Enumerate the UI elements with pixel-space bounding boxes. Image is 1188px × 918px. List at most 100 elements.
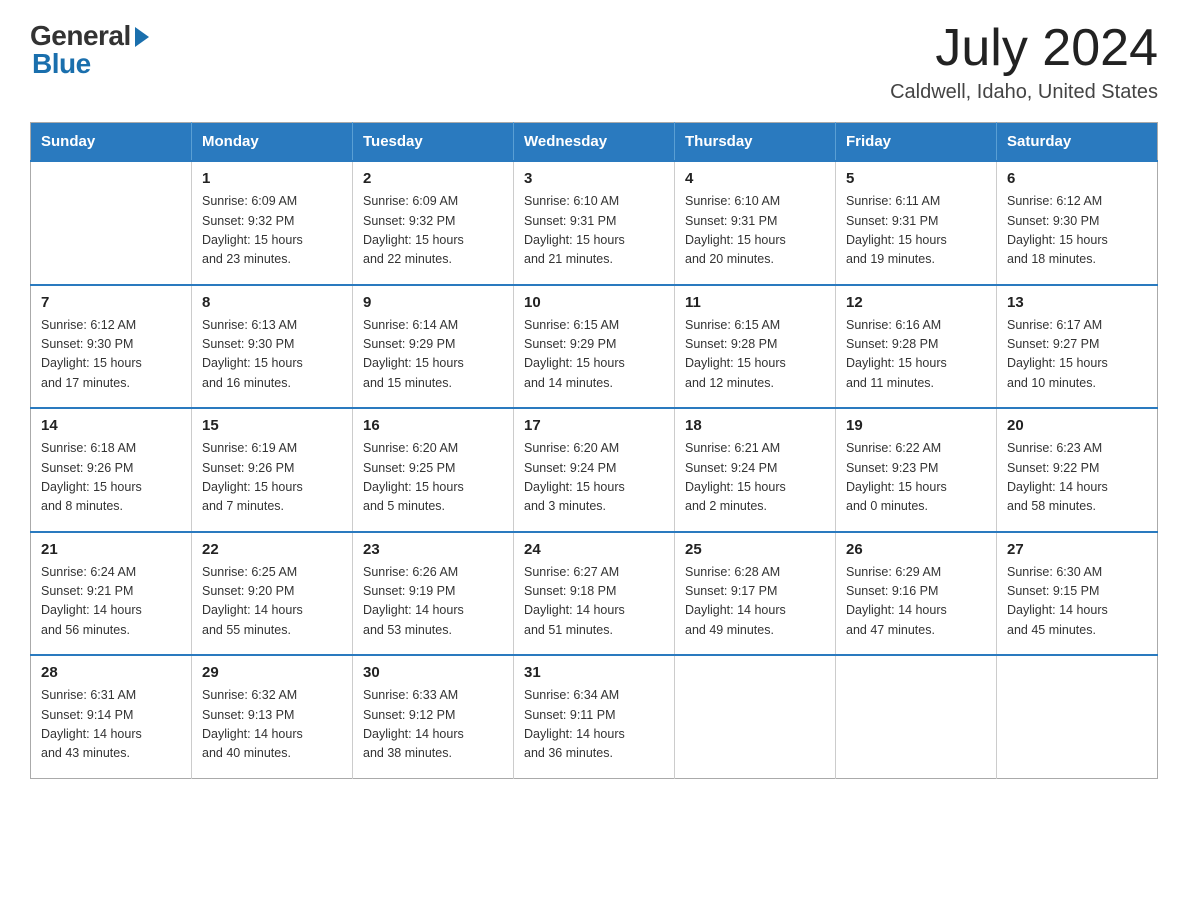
day-info: Sunrise: 6:24 AMSunset: 9:21 PMDaylight:… — [41, 563, 181, 641]
day-info: Sunrise: 6:20 AMSunset: 9:24 PMDaylight:… — [524, 439, 664, 517]
calendar-week-row: 21 Sunrise: 6:24 AMSunset: 9:21 PMDayligh… — [31, 532, 1158, 656]
day-info: Sunrise: 6:09 AMSunset: 9:32 PMDaylight:… — [202, 192, 342, 270]
calendar-cell: 12Sunrise: 6:16 AMSunset: 9:28 PMDayligh… — [836, 285, 997, 409]
calendar-cell: 1 Sunrise: 6:09 AMSunset: 9:32 PMDaylight… — [192, 161, 353, 285]
day-info: Sunrise: 6:30 AMSunset: 9:15 PMDaylight:… — [1007, 563, 1147, 641]
day-number: 14 — [41, 417, 181, 434]
day-number: 28 — [41, 664, 181, 681]
day-number: 20 — [1007, 417, 1147, 434]
page-header: General Blue July 2024 Caldwell, Idaho, … — [30, 20, 1158, 104]
calendar-cell: 15 Sunrise: 6:19 AMSunset: 9:26 PMDayligh… — [192, 408, 353, 532]
weekday-header-wednesday: Wednesday — [514, 123, 675, 162]
day-info: Sunrise: 6:29 AMSunset: 9:16 PMDaylight:… — [846, 563, 986, 641]
day-info: Sunrise: 6:12 AMSunset: 9:30 PMDaylight:… — [1007, 192, 1147, 270]
day-info: Sunrise: 6:32 AMSunset: 9:13 PMDaylight:… — [202, 686, 342, 764]
calendar-cell: 10Sunrise: 6:15 AMSunset: 9:29 PMDayligh… — [514, 285, 675, 409]
day-number: 29 — [202, 664, 342, 681]
day-info: Sunrise: 6:17 AMSunset: 9:27 PMDaylight:… — [1007, 316, 1147, 394]
day-number: 24 — [524, 541, 664, 558]
calendar-week-row: 7Sunrise: 6:12 AMSunset: 9:30 PMDaylight… — [31, 285, 1158, 409]
day-info: Sunrise: 6:27 AMSunset: 9:18 PMDaylight:… — [524, 563, 664, 641]
calendar-table: SundayMondayTuesdayWednesdayThursdayFrid… — [30, 122, 1158, 779]
calendar-cell: 26 Sunrise: 6:29 AMSunset: 9:16 PMDayligh… — [836, 532, 997, 656]
calendar-cell: 14 Sunrise: 6:18 AMSunset: 9:26 PMDayligh… — [31, 408, 192, 532]
calendar-cell: 5Sunrise: 6:11 AMSunset: 9:31 PMDaylight… — [836, 161, 997, 285]
day-info: Sunrise: 6:15 AMSunset: 9:28 PMDaylight:… — [685, 316, 825, 394]
day-info: Sunrise: 6:12 AMSunset: 9:30 PMDaylight:… — [41, 316, 181, 394]
day-info: Sunrise: 6:21 AMSunset: 9:24 PMDaylight:… — [685, 439, 825, 517]
day-number: 5 — [846, 170, 986, 187]
day-number: 26 — [846, 541, 986, 558]
day-info: Sunrise: 6:33 AMSunset: 9:12 PMDaylight:… — [363, 686, 503, 764]
location-title: Caldwell, Idaho, United States — [890, 81, 1158, 104]
day-info: Sunrise: 6:31 AMSunset: 9:14 PMDaylight:… — [41, 686, 181, 764]
calendar-cell: 29 Sunrise: 6:32 AMSunset: 9:13 PMDayligh… — [192, 655, 353, 778]
calendar-cell: 20 Sunrise: 6:23 AMSunset: 9:22 PMDayligh… — [997, 408, 1158, 532]
weekday-header-saturday: Saturday — [997, 123, 1158, 162]
calendar-cell: 3 Sunrise: 6:10 AMSunset: 9:31 PMDaylight… — [514, 161, 675, 285]
day-number: 22 — [202, 541, 342, 558]
calendar-cell: 19 Sunrise: 6:22 AMSunset: 9:23 PMDayligh… — [836, 408, 997, 532]
day-info: Sunrise: 6:19 AMSunset: 9:26 PMDaylight:… — [202, 439, 342, 517]
calendar-week-row: 1 Sunrise: 6:09 AMSunset: 9:32 PMDaylight… — [31, 161, 1158, 285]
weekday-header-friday: Friday — [836, 123, 997, 162]
day-info: Sunrise: 6:22 AMSunset: 9:23 PMDaylight:… — [846, 439, 986, 517]
day-number: 27 — [1007, 541, 1147, 558]
day-number: 11 — [685, 294, 825, 311]
day-info: Sunrise: 6:10 AMSunset: 9:31 PMDaylight:… — [524, 192, 664, 270]
day-number: 19 — [846, 417, 986, 434]
calendar-cell: 16Sunrise: 6:20 AMSunset: 9:25 PMDayligh… — [353, 408, 514, 532]
day-number: 31 — [524, 664, 664, 681]
calendar-cell: 11 Sunrise: 6:15 AMSunset: 9:28 PMDayligh… — [675, 285, 836, 409]
day-info: Sunrise: 6:23 AMSunset: 9:22 PMDaylight:… — [1007, 439, 1147, 517]
calendar-cell — [31, 161, 192, 285]
calendar-cell: 13 Sunrise: 6:17 AMSunset: 9:27 PMDayligh… — [997, 285, 1158, 409]
calendar-cell: 2Sunrise: 6:09 AMSunset: 9:32 PMDaylight… — [353, 161, 514, 285]
day-number: 16 — [363, 417, 503, 434]
day-info: Sunrise: 6:28 AMSunset: 9:17 PMDaylight:… — [685, 563, 825, 641]
calendar-cell: 8Sunrise: 6:13 AMSunset: 9:30 PMDaylight… — [192, 285, 353, 409]
day-number: 17 — [524, 417, 664, 434]
day-info: Sunrise: 6:15 AMSunset: 9:29 PMDaylight:… — [524, 316, 664, 394]
day-number: 3 — [524, 170, 664, 187]
day-info: Sunrise: 6:34 AMSunset: 9:11 PMDaylight:… — [524, 686, 664, 764]
calendar-cell: 22Sunrise: 6:25 AMSunset: 9:20 PMDayligh… — [192, 532, 353, 656]
title-block: July 2024 Caldwell, Idaho, United States — [890, 20, 1158, 104]
calendar-cell — [836, 655, 997, 778]
calendar-cell: 6Sunrise: 6:12 AMSunset: 9:30 PMDaylight… — [997, 161, 1158, 285]
day-number: 4 — [685, 170, 825, 187]
logo-arrow-icon — [135, 27, 149, 47]
day-info: Sunrise: 6:18 AMSunset: 9:26 PMDaylight:… — [41, 439, 181, 517]
day-number: 15 — [202, 417, 342, 434]
calendar-cell: 28 Sunrise: 6:31 AMSunset: 9:14 PMDayligh… — [31, 655, 192, 778]
day-number: 9 — [363, 294, 503, 311]
day-number: 18 — [685, 417, 825, 434]
calendar-cell: 17 Sunrise: 6:20 AMSunset: 9:24 PMDayligh… — [514, 408, 675, 532]
day-info: Sunrise: 6:26 AMSunset: 9:19 PMDaylight:… — [363, 563, 503, 641]
calendar-cell: 27 Sunrise: 6:30 AMSunset: 9:15 PMDayligh… — [997, 532, 1158, 656]
calendar-cell: 21 Sunrise: 6:24 AMSunset: 9:21 PMDayligh… — [31, 532, 192, 656]
calendar-cell: 4Sunrise: 6:10 AMSunset: 9:31 PMDaylight… — [675, 161, 836, 285]
day-number: 1 — [202, 170, 342, 187]
weekday-header-sunday: Sunday — [31, 123, 192, 162]
day-info: Sunrise: 6:13 AMSunset: 9:30 PMDaylight:… — [202, 316, 342, 394]
calendar-cell: 23Sunrise: 6:26 AMSunset: 9:19 PMDayligh… — [353, 532, 514, 656]
day-number: 21 — [41, 541, 181, 558]
day-number: 25 — [685, 541, 825, 558]
calendar-cell: 18 Sunrise: 6:21 AMSunset: 9:24 PMDayligh… — [675, 408, 836, 532]
weekday-header-monday: Monday — [192, 123, 353, 162]
month-title: July 2024 — [890, 20, 1158, 77]
calendar-cell — [997, 655, 1158, 778]
calendar-week-row: 28 Sunrise: 6:31 AMSunset: 9:14 PMDayligh… — [31, 655, 1158, 778]
calendar-cell — [675, 655, 836, 778]
weekday-header-tuesday: Tuesday — [353, 123, 514, 162]
logo-text-blue: Blue — [32, 48, 91, 80]
calendar-cell: 7Sunrise: 6:12 AMSunset: 9:30 PMDaylight… — [31, 285, 192, 409]
calendar-cell: 25 Sunrise: 6:28 AMSunset: 9:17 PMDayligh… — [675, 532, 836, 656]
day-info: Sunrise: 6:14 AMSunset: 9:29 PMDaylight:… — [363, 316, 503, 394]
day-number: 13 — [1007, 294, 1147, 311]
calendar-cell: 24 Sunrise: 6:27 AMSunset: 9:18 PMDayligh… — [514, 532, 675, 656]
weekday-header-thursday: Thursday — [675, 123, 836, 162]
day-number: 2 — [363, 170, 503, 187]
day-info: Sunrise: 6:16 AMSunset: 9:28 PMDaylight:… — [846, 316, 986, 394]
